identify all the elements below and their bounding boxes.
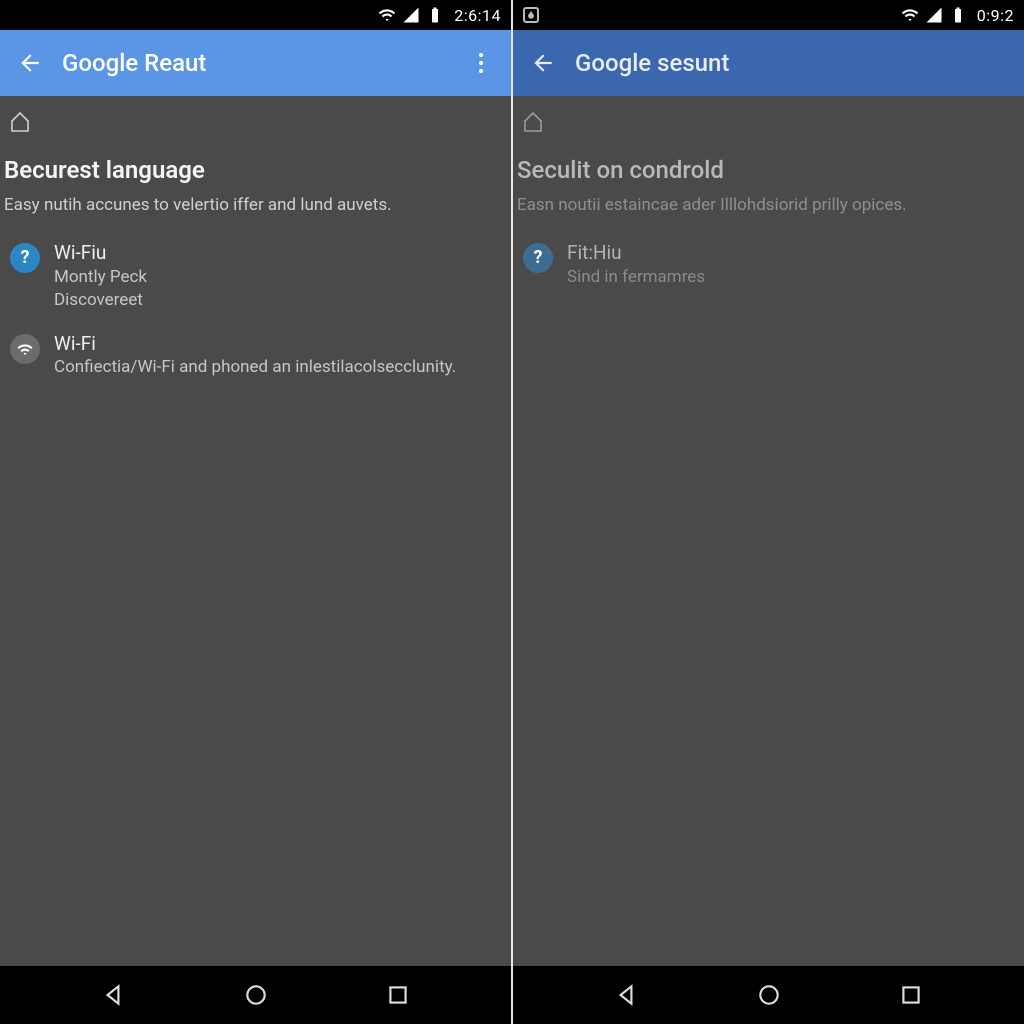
content-area[interactable]: Becurest language Easy nutih accunes to … [0,96,511,966]
nav-back-button[interactable] [596,975,656,1015]
list-item-title: Wi-Fi [54,332,497,357]
battery-icon [426,6,444,24]
breadcrumb-row [0,110,511,148]
nav-home-button[interactable] [226,975,286,1015]
list-item-body: Fit:Hiu Sind in fermamres [567,241,1010,289]
signal-icon [402,6,420,24]
status-icons: 0:9:2 [901,6,1014,25]
overflow-menu-icon [479,53,483,57]
wifi-icon [378,6,396,24]
nav-home-icon [756,982,782,1008]
list-item[interactable]: ? Wi-Fiu Montly Peck Discovereet [0,235,511,326]
back-button[interactable] [12,45,48,81]
navigation-bar [513,966,1024,1024]
section-heading: Becurest language [0,148,511,192]
list-item-title: Wi-Fiu [54,241,497,266]
home-icon[interactable] [521,110,545,134]
status-bar: 0:9:2 [513,0,1024,30]
status-bar: 2:6:14 [0,0,511,30]
wifi-icon [901,6,919,24]
back-arrow-icon [17,50,43,76]
signal-icon [925,6,943,24]
nav-recents-icon [898,982,924,1008]
phone-right: 0:9:2 Google sesunt Seculit on condrold … [513,0,1024,1024]
list-item-line: Discovereet [54,289,497,312]
status-time: 0:9:2 [977,6,1014,25]
back-button[interactable] [525,45,561,81]
status-left-icons [523,7,539,23]
back-arrow-icon [530,50,556,76]
breadcrumb-row [513,110,1024,148]
status-time: 2:6:14 [454,6,501,25]
home-icon[interactable] [8,110,32,134]
list-item-body: Wi-Fiu Montly Peck Discovereet [54,241,497,312]
nav-recents-button[interactable] [881,975,941,1015]
navigation-bar [0,966,511,1024]
nav-recents-button[interactable] [368,975,428,1015]
app-bar: Google Reaut [0,30,511,96]
section-subtext: Easy nutih accunes to velertio iffer and… [0,192,511,235]
battery-icon [949,6,967,24]
wifi-round-icon [10,334,40,364]
nav-recents-icon [385,982,411,1008]
list-item[interactable]: Wi-Fi Confiectia/Wi-Fi and phoned an inl… [0,326,511,394]
help-icon: ? [10,243,40,273]
app-bar: Google sesunt [513,30,1024,96]
notification-icon [523,7,539,23]
list-item[interactable]: ? Fit:Hiu Sind in fermamres [513,235,1024,303]
nav-back-icon [100,982,126,1008]
list-item-line: Confiectia/Wi-Fi and phoned an inlestila… [54,356,497,379]
list-item-line: Montly Peck [54,266,497,289]
nav-home-icon [243,982,269,1008]
section-subtext: Easn noutii estaincae ader Illlohdsiorid… [513,192,1024,235]
nav-home-button[interactable] [739,975,799,1015]
overflow-menu-button[interactable] [463,45,499,81]
list-item-title: Fit:Hiu [567,241,1010,266]
nav-back-icon [613,982,639,1008]
content-area[interactable]: Seculit on condrold Easn noutii estainca… [513,96,1024,966]
help-icon: ? [523,243,553,273]
phone-left: 2:6:14 Google Reaut Becurest language Ea… [0,0,511,1024]
nav-back-button[interactable] [83,975,143,1015]
section-heading: Seculit on condrold [513,148,1024,192]
app-bar-title: Google sesunt [575,49,1012,77]
app-bar-title: Google Reaut [62,49,449,77]
status-icons: 2:6:14 [378,6,501,25]
list-item-body: Wi-Fi Confiectia/Wi-Fi and phoned an inl… [54,332,497,380]
list-item-line: Sind in fermamres [567,266,1010,289]
